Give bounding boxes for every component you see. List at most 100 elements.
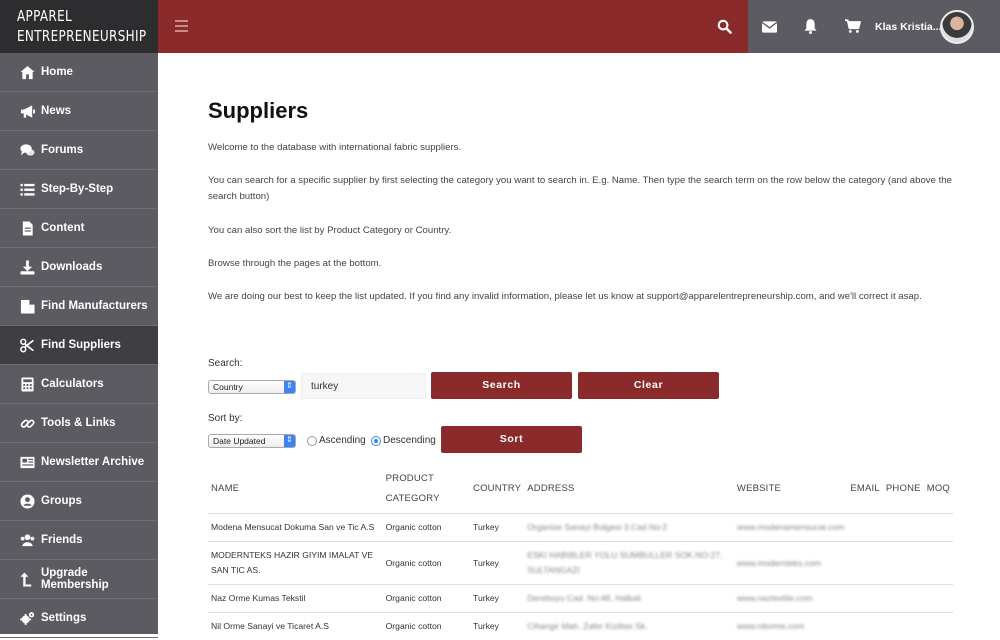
cell-phone xyxy=(883,585,924,613)
sidebar-item-forums[interactable]: Forums xyxy=(0,131,158,170)
search-category-value: Country xyxy=(213,382,243,392)
sidebar-item-label: Calculators xyxy=(41,378,104,390)
cart-icon[interactable] xyxy=(845,19,861,39)
sidebar-item-step-by-step[interactable]: Step-By-Step xyxy=(0,170,158,209)
envelope-icon[interactable] xyxy=(762,20,777,38)
cell-email xyxy=(847,613,883,640)
sidebar-item-label: Tools & Links xyxy=(41,417,116,429)
cell-website[interactable]: www.nilorme.com xyxy=(734,613,847,640)
link-icon xyxy=(19,415,35,431)
descending-label: Descending xyxy=(383,435,436,446)
sidebar-item-label: Groups xyxy=(41,495,82,507)
column-header-address[interactable]: ADDRESS xyxy=(524,465,734,514)
column-header-product-category-text: PRODUCT CATEGORY xyxy=(386,473,440,504)
search-icon[interactable] xyxy=(717,19,732,39)
column-header-phone[interactable]: PHONE xyxy=(883,465,924,514)
search-button[interactable]: Search xyxy=(431,372,572,399)
search-input[interactable]: turkey xyxy=(301,373,426,399)
sort-help-paragraph: You can also sort the list by Product Ca… xyxy=(208,223,953,239)
sidebar-item-upgrade-membership[interactable]: Upgrade Membership xyxy=(0,560,158,599)
column-header-product-category[interactable]: PRODUCT CATEGORY xyxy=(383,465,470,514)
sort-field-value: Date Updated xyxy=(213,436,265,446)
sidebar-item-friends[interactable]: Friends xyxy=(0,521,158,560)
pages-help-paragraph: Browse through the pages at the bottom. xyxy=(208,256,953,272)
table-header-row: NAME PRODUCT CATEGORY COUNTRY ADDRESS WE… xyxy=(208,465,953,514)
sidebar-item-label: Downloads xyxy=(41,261,102,273)
user-bar: Klas Kristia... xyxy=(748,0,1000,53)
cell-moq xyxy=(924,613,953,640)
search-category-select[interactable]: Country xyxy=(208,380,296,394)
download-icon xyxy=(19,259,35,275)
cell-address: Organize Sanayi Bolgesi 3.Cad No:2 xyxy=(524,514,734,542)
brand-line-2: ENTREPRENEURSHIP xyxy=(17,26,138,46)
cell-website[interactable]: www.modenamensucat.com xyxy=(734,514,847,542)
cell-moq xyxy=(924,542,953,585)
table-body: Modena Mensucat Dokuma San ve Tic A.SOrg… xyxy=(208,514,953,640)
comments-icon xyxy=(19,142,35,158)
home-icon xyxy=(19,64,35,80)
megaphone-icon xyxy=(19,103,35,119)
sidebar-item-home[interactable]: Home xyxy=(0,53,158,92)
search-help-paragraph: You can search for a specific supplier b… xyxy=(208,173,953,205)
hamburger-menu-icon[interactable] xyxy=(175,20,188,35)
cell-name: Modena Mensucat Dokuma San ve Tic A.S xyxy=(208,514,383,542)
ascending-radio[interactable]: Ascending xyxy=(307,435,366,446)
cell-country: Turkey xyxy=(470,585,524,613)
cell-phone xyxy=(883,514,924,542)
column-header-name[interactable]: NAME xyxy=(208,465,383,514)
cell-website[interactable]: www.naztextile.com xyxy=(734,585,847,613)
table-row[interactable]: Nil Orme Sanayi ve Ticaret A.SOrganic co… xyxy=(208,613,953,640)
column-header-website[interactable]: WEBSITE xyxy=(734,465,847,514)
sidebar-item-content[interactable]: Content xyxy=(0,209,158,248)
sidebar-item-label: Content xyxy=(41,222,84,234)
table-row[interactable]: Modena Mensucat Dokuma San ve Tic A.SOrg… xyxy=(208,514,953,542)
scissors-icon xyxy=(19,337,35,353)
sidebar-item-find-suppliers[interactable]: Find Suppliers xyxy=(0,326,158,365)
column-header-email[interactable]: EMAIL xyxy=(847,465,883,514)
building-icon xyxy=(19,298,35,314)
contact-paragraph: We are doing our best to keep the list u… xyxy=(208,289,953,305)
brand-logo[interactable]: APPAREL ENTREPRENEURSHIP xyxy=(0,0,158,53)
sidebar-item-label: News xyxy=(41,105,71,117)
intro-paragraph: Welcome to the database with internation… xyxy=(208,140,953,156)
select-arrows-icon xyxy=(284,435,295,447)
sort-button[interactable]: Sort xyxy=(441,426,582,453)
sidebar-item-calculators[interactable]: Calculators xyxy=(0,365,158,404)
descending-radio[interactable]: Descending xyxy=(371,435,436,446)
sidebar: APPAREL ENTREPRENEURSHIP Home News Forums S… xyxy=(0,0,158,634)
sidebar-item-news[interactable]: News xyxy=(0,92,158,131)
sidebar-nav: Home News Forums Step-By-Step Content Downloa… xyxy=(0,53,158,638)
cell-phone xyxy=(883,542,924,585)
cell-email xyxy=(847,585,883,613)
sidebar-item-groups[interactable]: Groups xyxy=(0,482,158,521)
sidebar-item-find-manufacturers[interactable]: Find Manufacturers xyxy=(0,287,158,326)
cell-country: Turkey xyxy=(470,542,524,585)
sidebar-item-tools-and-links[interactable]: Tools & Links xyxy=(0,404,158,443)
column-header-country[interactable]: COUNTRY xyxy=(470,465,524,514)
cell-phone xyxy=(883,613,924,640)
ascending-label: Ascending xyxy=(319,435,366,446)
sort-field-select[interactable]: Date Updated xyxy=(208,434,296,448)
table-row[interactable]: MODERNTEKS HAZIR GIYIM IMALAT VE SAN TIC… xyxy=(208,542,953,585)
bell-icon[interactable] xyxy=(804,19,817,39)
cell-name: Naz Orme Kumas Tekstil xyxy=(208,585,383,613)
column-header-moq[interactable]: MOQ xyxy=(924,465,953,514)
sidebar-item-label: Step-By-Step xyxy=(41,183,113,195)
sidebar-item-newsletter-archive[interactable]: Newsletter Archive xyxy=(0,443,158,482)
table-row[interactable]: Naz Orme Kumas TekstilOrganic cottonTurk… xyxy=(208,585,953,613)
cell-website[interactable]: www.modernteks.com xyxy=(734,542,847,585)
cogs-icon xyxy=(19,610,35,626)
search-input-value: turkey xyxy=(311,381,338,392)
cell-category: Organic cotton xyxy=(383,585,470,613)
sidebar-item-downloads[interactable]: Downloads xyxy=(0,248,158,287)
cell-address: Cihangir Mah. Zafer Kiziltas Sk. xyxy=(524,613,734,640)
cell-moq xyxy=(924,585,953,613)
clear-button[interactable]: Clear xyxy=(578,372,719,399)
avatar[interactable] xyxy=(940,10,974,44)
cell-category: Organic cotton xyxy=(383,514,470,542)
sidebar-item-label: Newsletter Archive xyxy=(41,456,144,468)
username-link[interactable]: Klas Kristia... xyxy=(875,21,942,33)
radio-unchecked-icon xyxy=(307,436,317,446)
sidebar-item-settings[interactable]: Settings xyxy=(0,599,158,638)
cell-address: ESKI HABIBLER YOLU SUMBULLER SOK.NO:27, … xyxy=(524,542,734,585)
